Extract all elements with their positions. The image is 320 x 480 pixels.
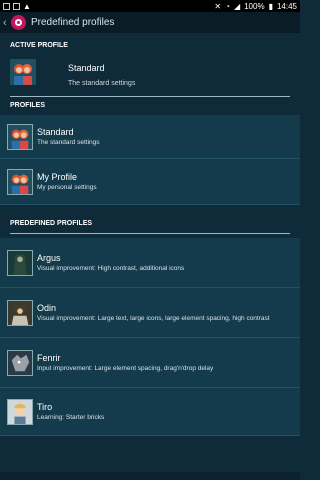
- fenrir-avatar: [7, 349, 33, 376]
- profile-name: Fenrir: [37, 353, 61, 363]
- odin-avatar: [7, 299, 33, 326]
- profile-avatar: [7, 123, 33, 150]
- image-notification-icon: [13, 2, 20, 10]
- battery-icon: ▮: [268, 1, 273, 11]
- screenshot-notification-icon: [3, 2, 10, 10]
- section-divider: [10, 96, 290, 97]
- active-profile-card: Standard The standard settings PROFILES: [0, 49, 300, 111]
- active-profile-name: Standard: [68, 63, 105, 73]
- profile-description: Visual improvement: Large text, large ic…: [37, 315, 270, 322]
- active-profile-section: [0, 34, 300, 42]
- active-profile-heading: ACTIVE PROFILE: [10, 42, 68, 49]
- profile-name: Argus: [37, 253, 61, 263]
- status-bar: ▲ ✕ ◔ ◢ 100% ▮ 14:45: [0, 0, 300, 12]
- navigation-bar: [0, 472, 300, 480]
- profile-name: My Profile: [37, 172, 78, 182]
- profile-description: Input improvement: Large element spacing…: [37, 365, 214, 372]
- back-chevron-icon[interactable]: ‹: [3, 17, 9, 29]
- profile-avatar: [7, 168, 33, 195]
- profile-name: Tiro: [37, 402, 53, 412]
- profile-name: Standard: [37, 127, 74, 137]
- argus-avatar: [7, 249, 33, 276]
- tiro-avatar: [7, 398, 33, 425]
- predefined-profiles-heading: PREDEFINED PROFILES: [10, 215, 290, 234]
- profile-description: Learning: Starter bricks: [37, 414, 105, 421]
- profile-name: Odin: [37, 303, 57, 313]
- active-profile-description: The standard settings: [68, 80, 136, 87]
- profile-row-my-profile[interactable]: My Profile My personal settings: [0, 159, 300, 205]
- profile-row-tiro[interactable]: Tiro Learning: Starter bricks: [0, 388, 300, 436]
- signal-icon: ◢: [233, 1, 241, 11]
- profile-description: The standard settings: [37, 139, 100, 146]
- profile-row-argus[interactable]: Argus Visual improvement: High contrast,…: [0, 238, 300, 288]
- profile-row-odin[interactable]: Odin Visual improvement: Large text, lar…: [0, 288, 300, 338]
- clock: 14:45: [276, 1, 297, 11]
- profile-row-fenrir[interactable]: Fenrir Input improvement: Large element …: [0, 338, 300, 388]
- profile-description: My personal settings: [37, 184, 97, 191]
- battery-percent: 100%: [244, 1, 265, 11]
- wifi-icon: ◔: [225, 1, 230, 11]
- action-bar: ‹ Predefined profiles: [0, 12, 300, 34]
- page-title: Predefined profiles: [31, 17, 115, 28]
- profiles-heading: PROFILES: [10, 102, 46, 109]
- profile-description: Visual improvement: High contrast, addit…: [37, 265, 185, 272]
- app-icon[interactable]: [11, 15, 26, 30]
- profile-row-standard[interactable]: Standard The standard settings: [0, 115, 300, 159]
- mute-icon: ✕: [214, 1, 222, 11]
- active-profile-avatar: [10, 59, 36, 85]
- alert-icon: ▲: [23, 1, 31, 11]
